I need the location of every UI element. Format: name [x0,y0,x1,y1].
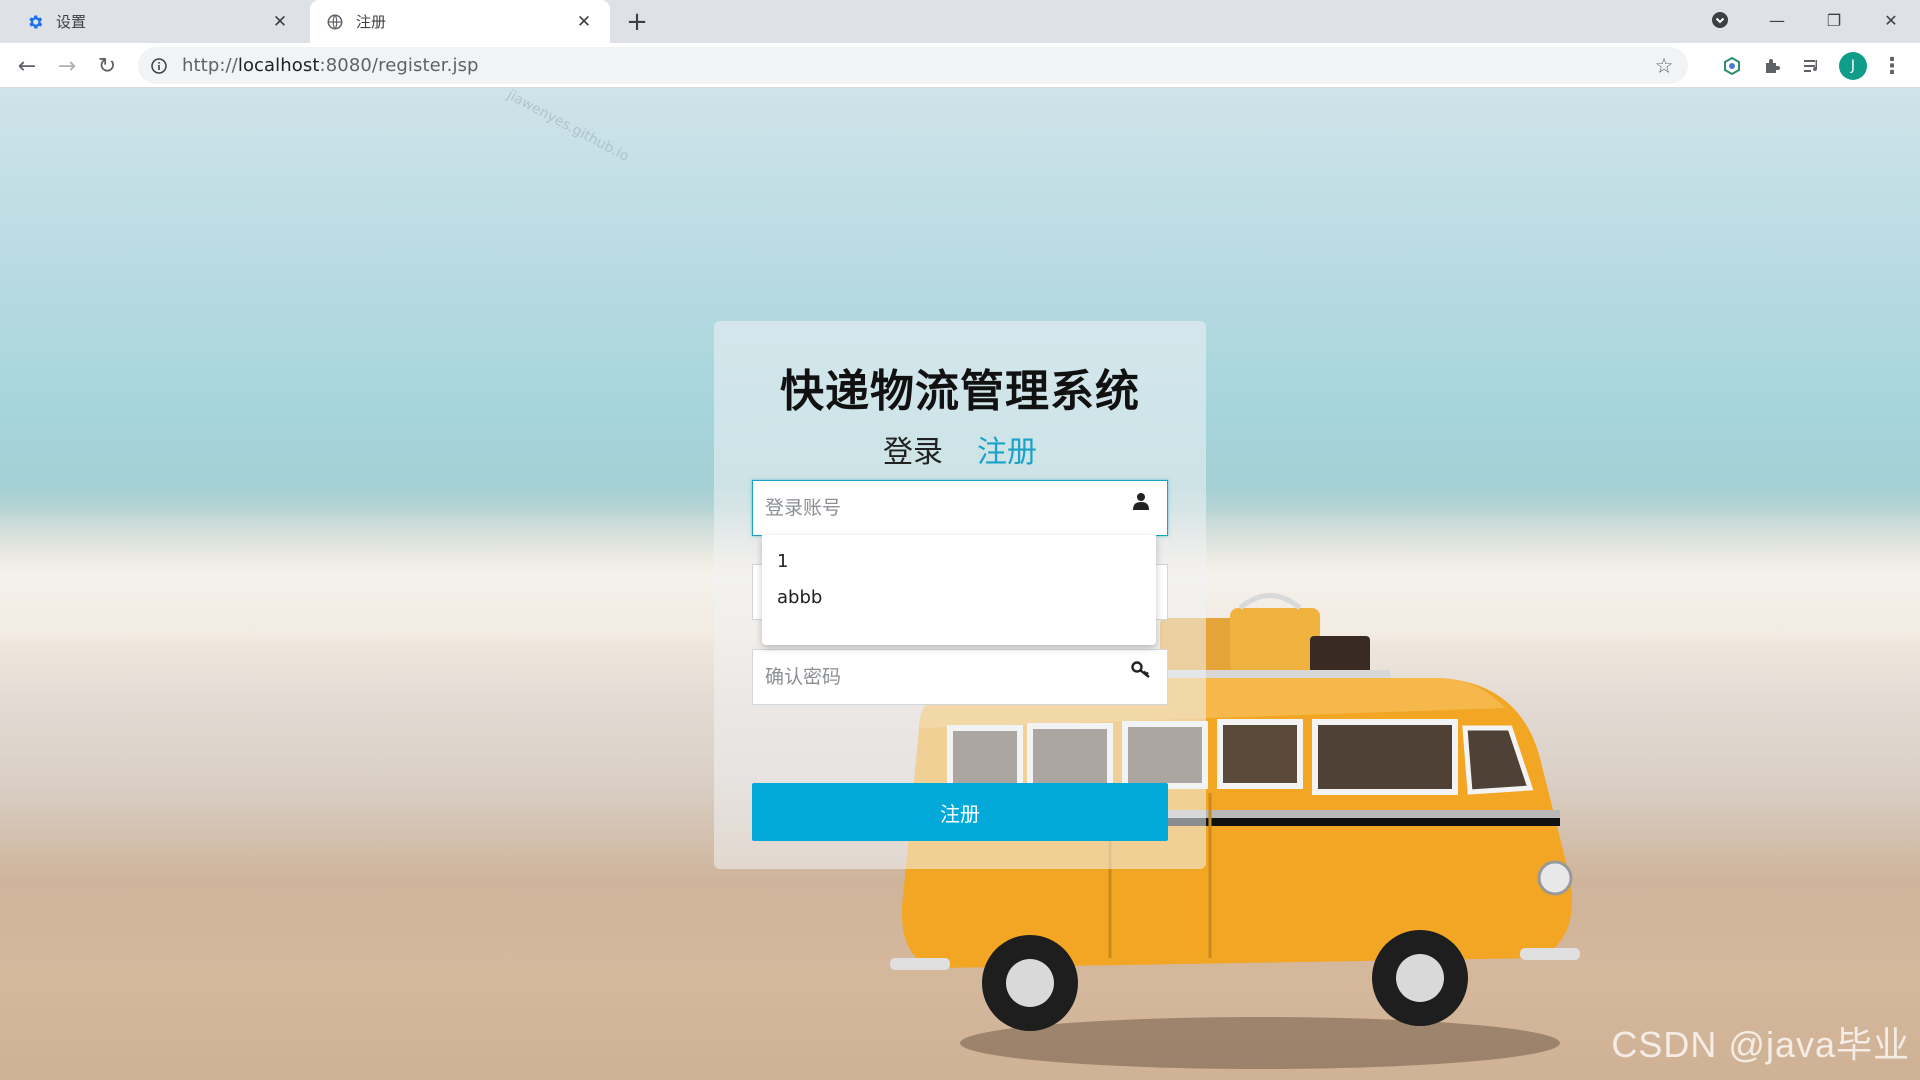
user-icon [1131,491,1151,511]
url-path: :8080/register.jsp [319,55,479,76]
address-bar[interactable]: http://localhost:8080/register.jsp ☆ [138,47,1688,84]
account-input[interactable] [765,497,1115,519]
close-icon[interactable]: ✕ [574,12,594,32]
url-host: localhost [237,55,320,76]
profile-avatar[interactable]: J [1839,52,1867,80]
autocomplete-option[interactable]: abbb [777,587,822,608]
tab-settings-title: 设置 [56,13,87,31]
account-field[interactable] [752,480,1168,536]
url-text: http://localhost:8080/register.jsp [182,55,479,76]
globe-icon [326,13,344,31]
tab-settings[interactable]: 设置 ✕ [4,0,306,43]
page-title: 快递物流管理系统 [780,366,1140,417]
bookmark-star-icon[interactable]: ☆ [1652,54,1676,78]
restore-icon[interactable]: ❐ [1808,0,1860,40]
tab-login[interactable]: 登录 [883,427,943,471]
reload-icon[interactable]: ↻ [90,49,124,83]
info-icon[interactable] [150,57,168,75]
autocomplete-dropdown: 1 abbb [762,535,1156,645]
tab-register-active[interactable]: 注册 [977,427,1037,471]
tab-register-title: 注册 [356,13,387,31]
window-close-icon[interactable]: ✕ [1865,0,1917,40]
forward-icon[interactable]: → [50,49,84,83]
csdn-watermark: CSDN @java毕业 [1611,1024,1910,1065]
url-scheme: http:// [182,55,238,76]
confirm-password-input[interactable] [765,666,1115,688]
puzzle-icon[interactable] [1758,52,1786,80]
register-button[interactable]: 注册 [752,783,1168,841]
browser-tabstrip: 设置 ✕ 注册 ✕ + — ❐ ✕ [0,0,1920,43]
key-icon [1131,660,1151,680]
minimize-icon[interactable]: — [1751,0,1803,40]
auth-switch-tabs: 登录 注册 [714,427,1206,471]
gear-icon [26,13,44,31]
close-icon[interactable]: ✕ [270,12,290,32]
back-icon[interactable]: ← [10,49,44,83]
confirm-password-field[interactable] [752,649,1168,705]
background-watermark: jiawenyes.github.io [504,88,632,165]
register-card: 快递物流管理系统 登录 注册 1 abbb 注册 [714,321,1206,869]
page-background: jiawenyes.github.io CSDN @java毕业 快递物流管理系… [0,88,1920,1080]
menu-kebab-icon[interactable]: ⋮ [1878,52,1906,80]
tab-search-icon[interactable] [1694,0,1746,40]
tab-register[interactable]: 注册 ✕ [310,0,610,43]
browser-toolbar: ← → ↻ http://localhost:8080/register.jsp… [0,43,1920,88]
extension-icon[interactable] [1718,52,1746,80]
autocomplete-option[interactable]: 1 [777,551,788,572]
media-control-icon[interactable] [1798,52,1826,80]
new-tab-button[interactable]: + [622,7,652,37]
